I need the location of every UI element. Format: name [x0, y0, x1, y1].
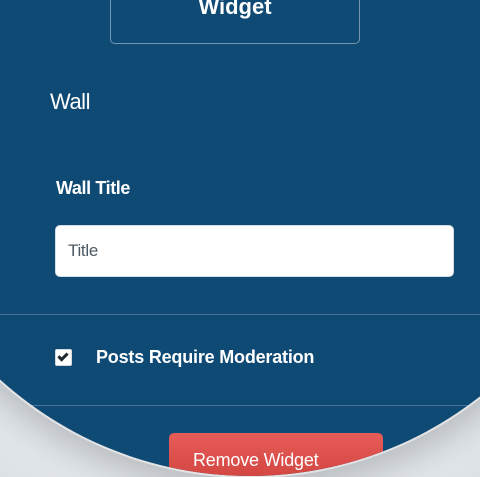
top-widget-button[interactable]: Widget	[110, 0, 360, 44]
moderation-option[interactable]: Posts Require Moderation	[55, 340, 314, 374]
moderation-checkbox[interactable]	[55, 348, 72, 366]
section-divider	[0, 405, 480, 406]
section-divider	[0, 314, 480, 315]
check-icon	[57, 349, 69, 362]
wall-title-label: Wall Title	[56, 178, 131, 198]
circular-magnifier: Widget Wall Wall Title Posts Require Mod…	[0, 0, 480, 476]
widget-title: Wall	[50, 89, 90, 114]
wall-title-input[interactable]	[55, 225, 454, 277]
remove-widget-button[interactable]: Remove Widget	[169, 433, 383, 476]
magnified-ui-view: Widget Wall Wall Title Posts Require Mod…	[0, 0, 480, 477]
wall-widget-panel: Widget Wall Wall Title Posts Require Mod…	[0, 0, 480, 476]
moderation-label: Posts Require Moderation	[96, 346, 315, 367]
